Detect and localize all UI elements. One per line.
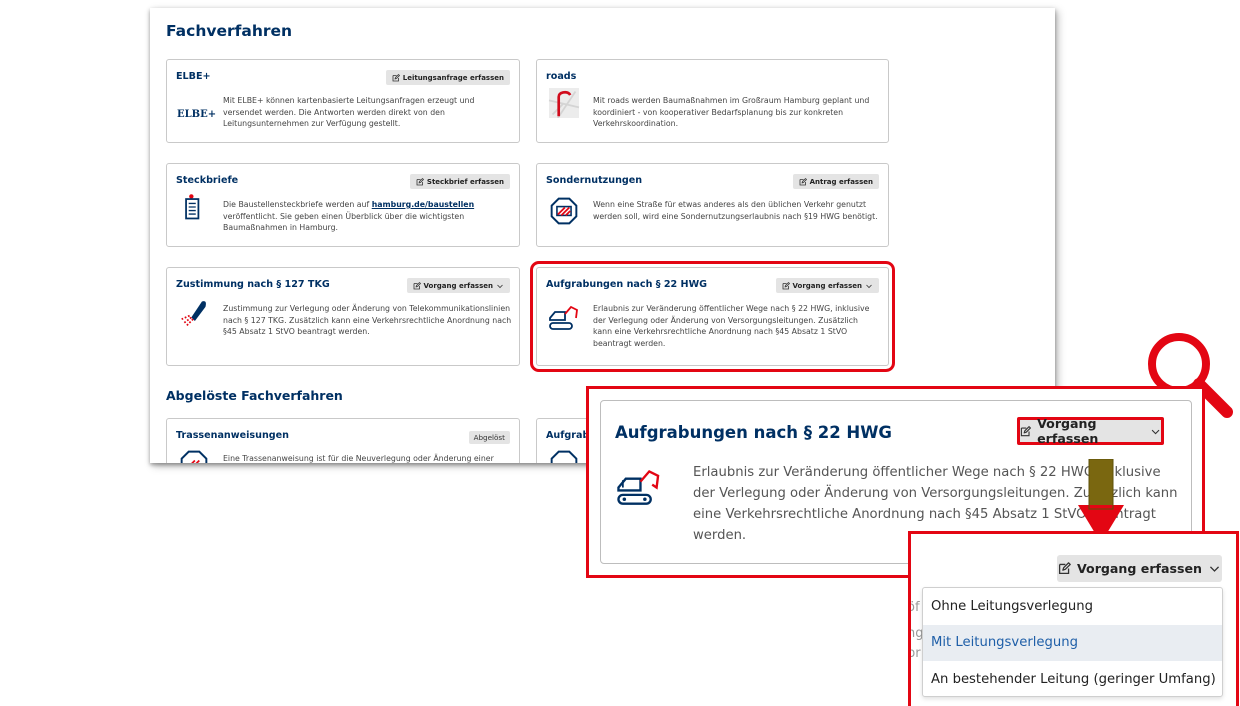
card-title: Trassenanweisungen <box>176 430 289 441</box>
section-title: Fachverfahren <box>166 22 293 40</box>
elbe-logo-icon: ELBE+ <box>177 109 217 120</box>
menu-item-ohne-leitungsverlegung[interactable]: Ohne Leitungsverlegung <box>923 588 1222 625</box>
excavator-icon <box>617 469 660 505</box>
excavator-icon <box>549 305 578 330</box>
card-text: Wenn eine Straße für etwas anderes als d… <box>593 200 878 221</box>
edit-icon <box>782 282 790 290</box>
card-text: Die Baustellensteckbriefe werden auf ham… <box>223 200 475 232</box>
card-title: roads <box>546 71 577 82</box>
card-aufgrabungen[interactable]: Aufgrabungen nach § 22 HWG Vorgang erfas… <box>530 261 895 372</box>
road-sign-icon <box>550 450 578 463</box>
card-title: Steckbriefe <box>176 175 239 186</box>
signboard-icon <box>185 194 200 220</box>
card-text: Zustimmung zur Verlegung oder Änderung v… <box>223 304 512 336</box>
card-roads[interactable]: roads Mit roads werden Baumaßnahmen im G… <box>536 59 889 143</box>
edit-icon <box>799 178 807 186</box>
card-title: ELBE+ <box>176 71 211 82</box>
card-title: Aufgrab <box>546 430 590 441</box>
card-trassenanweisungen[interactable]: Trassenanweisungen Abgelöst Eine Trassen… <box>166 418 520 463</box>
baustellen-link[interactable]: hamburg.de/baustellen <box>372 200 474 209</box>
road-sign-icon <box>180 450 208 463</box>
section2-title: Abgelöste Fachverfahren <box>166 388 343 403</box>
card-text: Mit ELBE+ können kartenbasierte Leitungs… <box>223 96 475 128</box>
card-text: Eine Trassenanweisung ist für die Neuver… <box>223 454 494 463</box>
edit-icon <box>392 74 400 82</box>
edit-icon <box>1058 562 1071 575</box>
vorgang-dropdown-menu: Ohne Leitungsverlegung Mit Leitungsverle… <box>922 587 1223 697</box>
leitungsanfrage-erfassen-button[interactable]: Leitungsanfrage erfassen <box>385 70 510 85</box>
edit-icon <box>416 178 424 186</box>
chevron-down-icon <box>496 282 504 290</box>
fiber-cable-icon <box>181 301 206 327</box>
card-sondernutzungen[interactable]: Sondernutzungen Antrag erfassen Wenn ein… <box>536 163 889 247</box>
dropdown-panel: öf ng br Vorgang erfassen Ohne Leitungsv… <box>908 531 1239 706</box>
chevron-down-icon <box>1208 562 1221 575</box>
card-title: Sondernutzungen <box>546 175 643 186</box>
card-text: Mit roads werden Baumaßnahmen im Großrau… <box>593 96 870 128</box>
edit-icon <box>1020 425 1031 438</box>
card-text: Erlaubnis zur Veränderung öffentlicher W… <box>593 304 870 348</box>
vorgang-erfassen-button[interactable]: Vorgang erfassen <box>406 278 510 293</box>
background-text: br <box>908 646 921 661</box>
edit-icon <box>413 282 421 290</box>
background-text: öf <box>908 600 920 615</box>
vorgang-erfassen-button[interactable]: Vorgang erfassen <box>1017 416 1164 446</box>
chevron-down-icon <box>865 282 873 290</box>
card-steckbriefe[interactable]: Steckbriefe Steckbrief erfassen Die Baus… <box>166 163 520 247</box>
antrag-erfassen-button[interactable]: Antrag erfassen <box>792 174 879 189</box>
road-sign-icon <box>550 197 578 225</box>
zoom-card-title: Aufgrabungen nach § 22 HWG <box>615 423 892 442</box>
chevron-down-icon <box>1150 425 1161 438</box>
menu-item-bestehende-leitung[interactable]: An bestehender Leitung (geringer Umfang) <box>923 661 1222 698</box>
steckbrief-erfassen-button[interactable]: Steckbrief erfassen <box>409 174 510 189</box>
menu-item-mit-leitungsverlegung[interactable]: Mit Leitungsverlegung <box>923 624 1222 661</box>
vorgang-erfassen-button[interactable]: Vorgang erfassen <box>775 278 879 293</box>
card-title: Zustimmung nach § 127 TKG <box>176 279 330 290</box>
card-elbe[interactable]: ELBE+ Leitungsanfrage erfassen ELBE+ Mit… <box>166 59 520 143</box>
vorgang-erfassen-button[interactable]: Vorgang erfassen <box>1057 555 1222 582</box>
status-badge: Abgelöst <box>468 431 510 444</box>
card-zustimmung-tkg[interactable]: Zustimmung nach § 127 TKG Vorgang erfass… <box>166 267 520 366</box>
roads-logo-icon <box>548 88 580 118</box>
card-title: Aufgrabungen nach § 22 HWG <box>546 279 708 290</box>
